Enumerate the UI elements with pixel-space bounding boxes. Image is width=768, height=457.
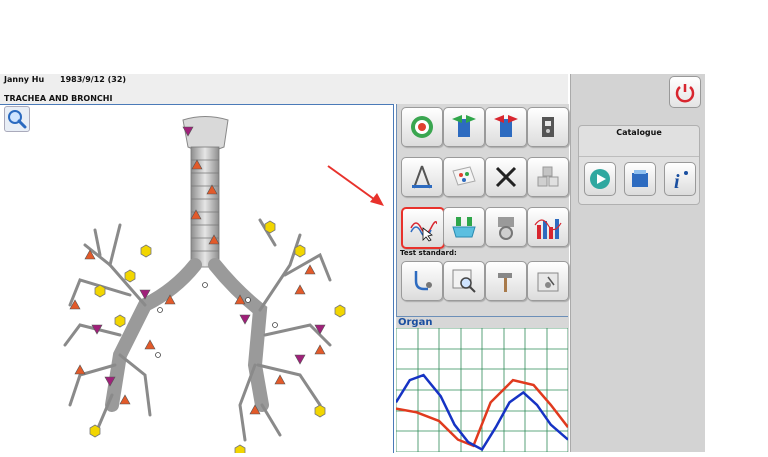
medicine-button[interactable]: [443, 157, 485, 197]
catalogue-title: Catalogue: [616, 128, 662, 137]
catalogue-play-button[interactable]: [584, 162, 616, 196]
weight-button[interactable]: [527, 261, 569, 301]
meridian-button[interactable]: [485, 107, 527, 147]
organ-title: TRACHEA AND BRONCHI: [4, 94, 113, 103]
catalogue-divider: [579, 156, 699, 157]
scale-icon: [537, 272, 559, 292]
scan-button[interactable]: [401, 107, 443, 147]
structure-button[interactable]: [527, 157, 569, 197]
compass-icon: [412, 165, 432, 189]
catalogue-info-button[interactable]: i: [664, 162, 696, 196]
chart-zoom-button[interactable]: [443, 261, 485, 301]
cube-list-icon: [632, 170, 648, 187]
power-icon: [675, 84, 695, 103]
diagnose-button[interactable]: [401, 261, 443, 301]
organ-viewer[interactable]: [0, 104, 394, 457]
red-arrows-icon: [494, 115, 518, 137]
stethoscope-icon: [414, 271, 432, 291]
info-icon: i: [674, 171, 688, 191]
patient-name: Janny Hu: [4, 75, 45, 84]
organ-section-label: Organ: [398, 317, 433, 328]
catalogue-box: Catalogue i: [578, 125, 700, 205]
pills-icon: [452, 166, 476, 186]
magnifier-icon: [8, 110, 27, 129]
svg-text:i: i: [674, 171, 680, 191]
annotation-arrow: [327, 165, 384, 206]
device-button[interactable]: [527, 107, 569, 147]
settings-button[interactable]: [485, 207, 527, 247]
close-icon: [495, 166, 517, 188]
organ-wave-chart: [394, 327, 569, 453]
magnify-chart-icon: [452, 269, 476, 293]
bar-wave-icon: [534, 219, 562, 239]
organ-wave-plot: [394, 327, 569, 453]
patient-info-bar: Janny Hu 1983/9/12 (32) TRACHEA AND BRON…: [0, 74, 568, 104]
wave-analyze-icon: [410, 221, 437, 242]
power-button[interactable]: [669, 76, 701, 108]
tool-button[interactable]: [485, 261, 527, 301]
test-standard-label: Test standard:: [400, 249, 457, 257]
target-icon: [411, 116, 433, 138]
hammer-icon: [498, 273, 512, 292]
cubes-icon: [537, 166, 559, 187]
play-icon: [590, 169, 610, 189]
catalogue-list-button[interactable]: [624, 162, 656, 196]
tray-icon: [452, 217, 476, 238]
spectrum-button[interactable]: [527, 207, 569, 247]
tray-button[interactable]: [443, 207, 485, 247]
zoom-button[interactable]: [4, 106, 30, 132]
patient-birthdate: 1983/9/12 (32): [60, 75, 127, 84]
wave-analysis-button[interactable]: [401, 207, 445, 249]
delete-button[interactable]: [485, 157, 527, 197]
balance-button[interactable]: [443, 107, 485, 147]
green-arrows-icon: [452, 115, 476, 137]
machine-icon: [542, 117, 554, 137]
blank-area: [705, 74, 768, 452]
gear-box-icon: [498, 217, 514, 240]
measure-button[interactable]: [401, 157, 443, 197]
bronchi-illustration: [63, 116, 346, 457]
